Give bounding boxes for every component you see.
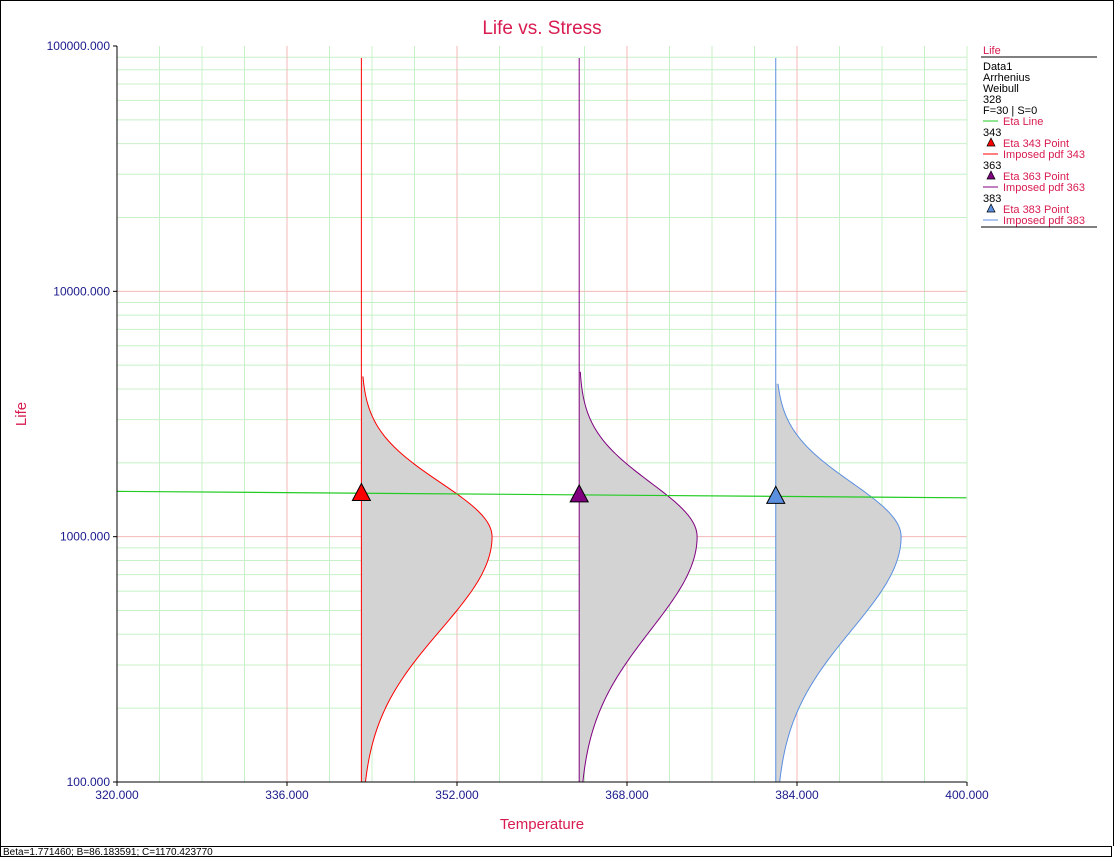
legend-eta-label: Eta Line <box>1003 116 1043 128</box>
legend-header: Life <box>983 45 1001 57</box>
legend-point-swatch <box>986 137 996 147</box>
legend-point-swatch <box>986 170 996 180</box>
axes: 320.000 336.000 352.000 368.000 384.000 400.0… <box>47 39 989 802</box>
legend-stress: 343 <box>983 127 1001 139</box>
x-tick-label: 320.000 <box>95 788 139 802</box>
pdf-fill-343 <box>361 376 493 782</box>
y-tick-label: 100000.000 <box>47 39 111 53</box>
y-tick-label: 1000.000 <box>60 530 110 544</box>
x-axis-label: Temperature <box>500 816 584 833</box>
legend-pdf-label: Imposed pdf 383 <box>1003 215 1085 227</box>
chart-title: Life vs. Stress <box>482 18 601 39</box>
y-tick-label: 10000.000 <box>53 284 110 298</box>
x-tick-label: 400.000 <box>945 788 989 802</box>
status-bar: Beta=1.771460; B=86.183591; C=1170.42377… <box>0 846 1112 857</box>
legend-point-swatch <box>986 203 996 213</box>
legend-pdf-label: Imposed pdf 363 <box>1003 182 1085 194</box>
life-vs-stress-chart: 320.000 336.000 352.000 368.000 384.000 400.0… <box>13 18 1097 833</box>
x-tick-label: 352.000 <box>435 788 479 802</box>
x-tick-label: 368.000 <box>605 788 649 802</box>
y-axis-label: Life <box>13 402 30 426</box>
legend: LifeData1ArrheniusWeibull328F=30 | S=0Et… <box>981 45 1097 228</box>
legend-stress: 363 <box>983 160 1001 172</box>
y-tick-label: 100.000 <box>67 775 111 789</box>
legend-pdf-label: Imposed pdf 343 <box>1003 149 1085 161</box>
x-tick-label: 336.000 <box>265 788 309 802</box>
pdf-fill-363 <box>579 371 698 782</box>
x-tick-label: 384.000 <box>775 788 819 802</box>
grid <box>117 46 967 782</box>
legend-stress: 383 <box>983 193 1001 205</box>
